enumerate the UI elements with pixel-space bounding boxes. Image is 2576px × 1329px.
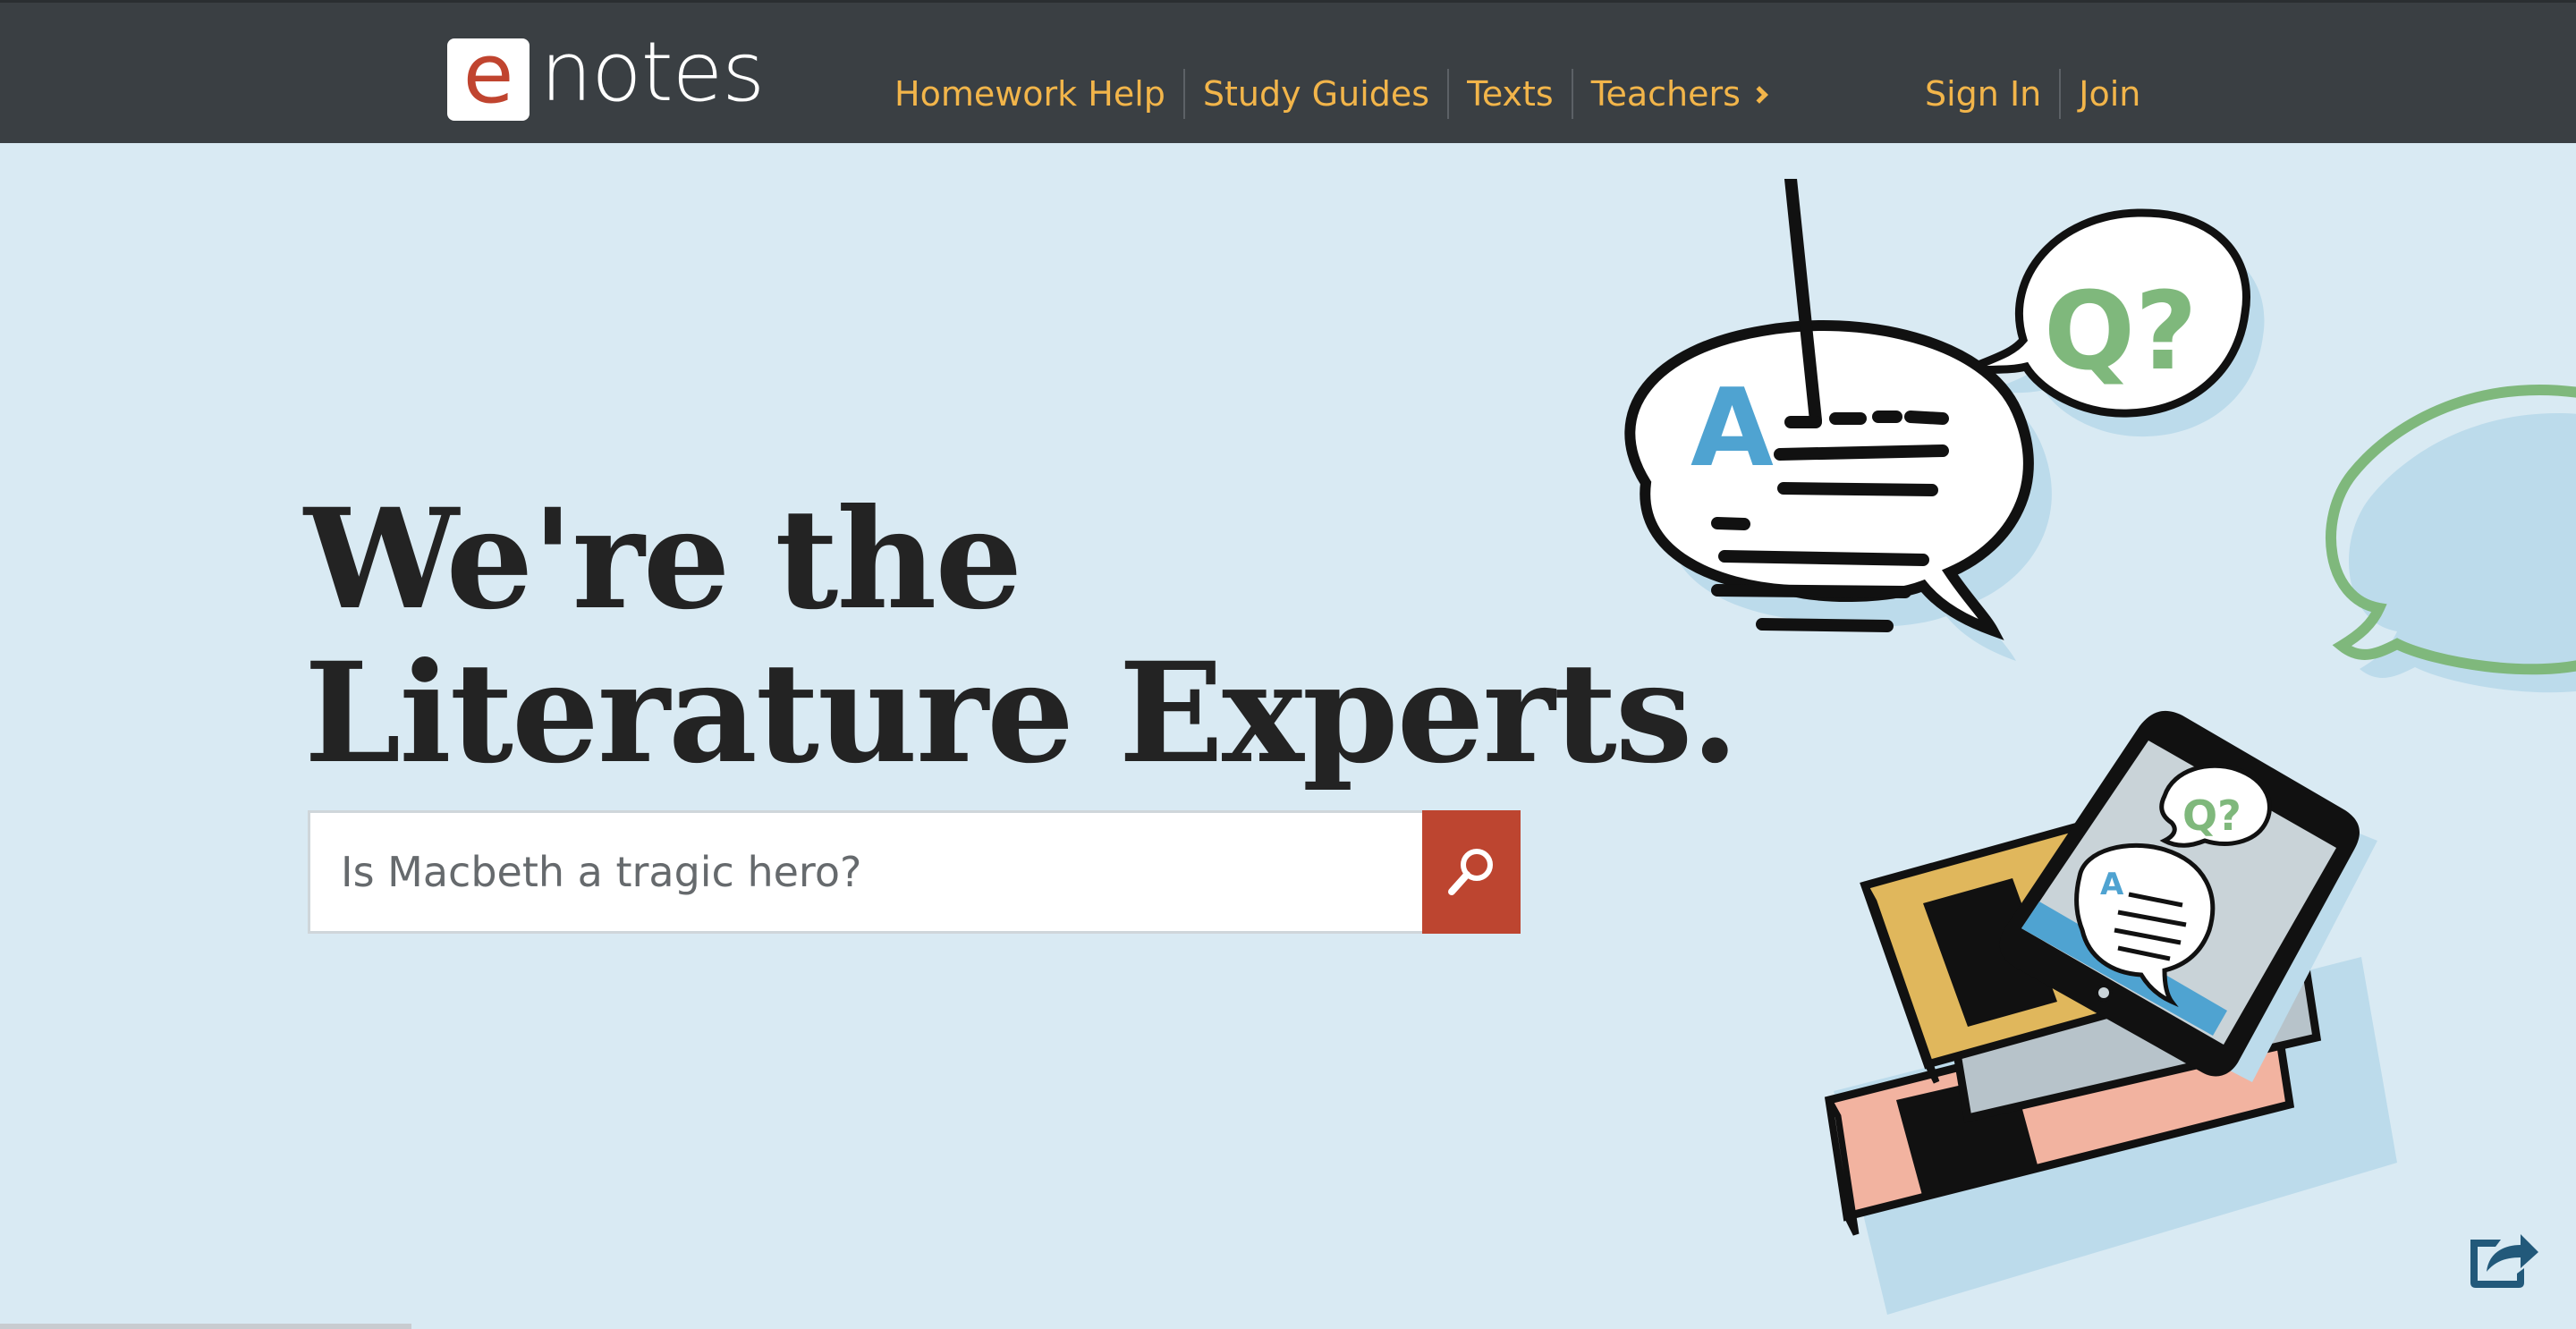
- share-button[interactable]: [2465, 1227, 2540, 1290]
- hero-headline-line-2: Literature Experts.: [304, 632, 1739, 794]
- nav-texts[interactable]: Texts: [1449, 69, 1573, 119]
- top-navigation-bar: e notes Homework Help Study Guides Texts…: [0, 0, 2576, 143]
- hero-illustration: Q? A Q? A: [1624, 179, 2576, 1315]
- search-input[interactable]: [308, 810, 1422, 934]
- tablet-question-text: Q?: [2182, 791, 2241, 840]
- tablet-answer-text: A: [2100, 867, 2124, 902]
- outline-bubble: [2326, 385, 2576, 693]
- search-form: [308, 810, 1521, 934]
- search-button[interactable]: [1422, 810, 1521, 934]
- nav-teachers[interactable]: Teachers: [1573, 69, 1784, 119]
- auth-links: Sign In Join: [1907, 69, 2158, 119]
- answer-bubble: A: [1624, 179, 2052, 661]
- hero-headline: We're the Literature Experts.: [304, 478, 1739, 794]
- hero-headline-line-1: We're the: [304, 478, 1022, 640]
- nav-homework-help[interactable]: Homework Help: [877, 69, 1185, 119]
- answer-bubble-text: A: [1690, 367, 1774, 491]
- share-icon: [2470, 1234, 2538, 1288]
- sign-in-link[interactable]: Sign In: [1907, 69, 2062, 119]
- nav-teachers-label: Teachers: [1590, 74, 1741, 114]
- main-nav: Homework Help Study Guides Texts Teacher…: [877, 69, 1784, 119]
- question-bubble-text: Q?: [2044, 270, 2198, 394]
- page-load-progress-bar: [0, 1324, 411, 1329]
- search-icon: [1448, 849, 1493, 895]
- nav-study-guides[interactable]: Study Guides: [1185, 69, 1450, 119]
- join-link[interactable]: Join: [2061, 69, 2158, 119]
- logo-word: notes: [540, 24, 765, 120]
- logo-letter: e: [447, 33, 530, 121]
- chevron-right-icon: [1750, 86, 1768, 104]
- enotes-logo[interactable]: e notes: [447, 31, 765, 123]
